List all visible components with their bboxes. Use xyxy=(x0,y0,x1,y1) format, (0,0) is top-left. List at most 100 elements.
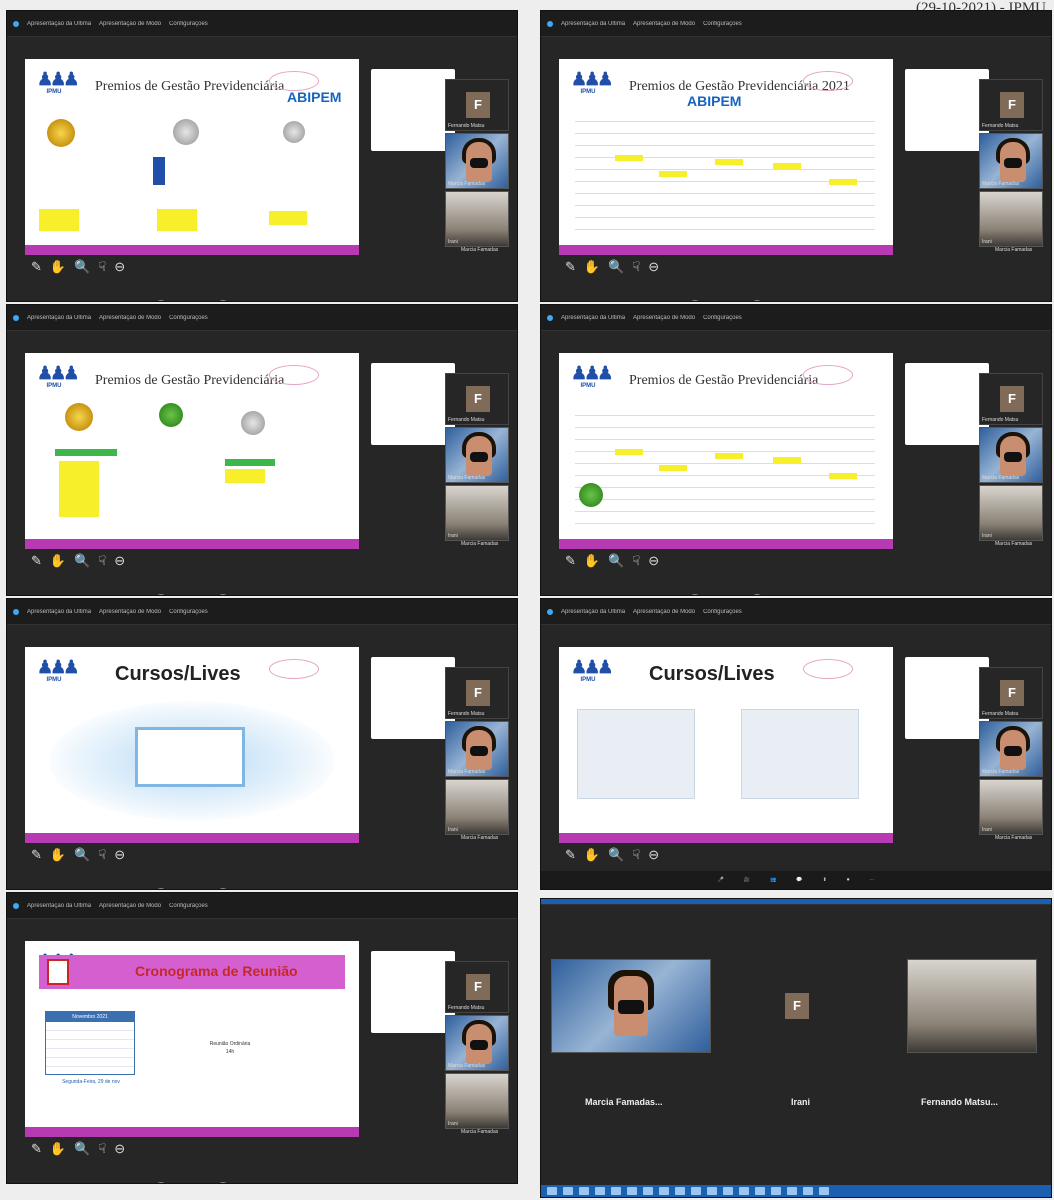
participant-video: Marcia Famadas xyxy=(979,133,1043,189)
window-tab[interactable]: Apresentação da Ultima xyxy=(27,903,91,909)
toolbar-tool-icon[interactable]: ⊖ xyxy=(648,259,659,275)
toolbar-tool-icon[interactable]: ✋ xyxy=(50,1141,66,1157)
window-tab[interactable]: Apresentação de Modo xyxy=(633,21,695,27)
taskbar-app-icon[interactable] xyxy=(659,1187,669,1195)
next-slide-button[interactable]: › xyxy=(217,594,230,595)
toolbar-tool-icon[interactable]: ✎ xyxy=(31,1141,42,1157)
window-tab[interactable]: Apresentação da Ultima xyxy=(27,315,91,321)
prev-slide-button[interactable]: ‹ xyxy=(155,300,167,301)
toolbar-tool-icon[interactable]: ✎ xyxy=(31,847,42,863)
next-slide-preview xyxy=(371,69,455,151)
control-icon[interactable]: ⬆ xyxy=(823,877,827,883)
taskbar-app-icon[interactable] xyxy=(611,1187,621,1195)
toolbar-tool-icon[interactable]: 🔍 xyxy=(74,1141,90,1157)
next-slide-button[interactable]: › xyxy=(751,594,764,595)
toolbar-tool-icon[interactable]: 🔍 xyxy=(608,847,624,863)
toolbar-tool-icon[interactable]: ☟ xyxy=(632,259,640,275)
control-icon[interactable]: 💬 xyxy=(796,877,802,883)
toolbar-tool-icon[interactable]: ☟ xyxy=(632,847,640,863)
toolbar-tool-icon[interactable]: ⊖ xyxy=(114,259,125,275)
control-icon[interactable]: ⏺ xyxy=(847,877,850,883)
window-tab[interactable]: Apresentação de Modo xyxy=(99,609,161,615)
window-tab[interactable]: Apresentação da Ultima xyxy=(561,315,625,321)
toolbar-tool-icon[interactable]: ✋ xyxy=(584,847,600,863)
toolbar-tool-icon[interactable]: ☟ xyxy=(98,847,106,863)
next-slide-button[interactable]: › xyxy=(217,300,230,301)
prev-slide-button[interactable]: ‹ xyxy=(155,594,167,595)
avatar: F xyxy=(785,993,809,1019)
toolbar-tool-icon[interactable]: ✋ xyxy=(50,259,66,275)
taskbar-app-icon[interactable] xyxy=(739,1187,749,1195)
toolbar-tool-icon[interactable]: ☟ xyxy=(632,553,640,569)
toolbar-tool-icon[interactable]: ✎ xyxy=(565,259,576,275)
window-tab[interactable]: Apresentação de Modo xyxy=(633,609,695,615)
taskbar-app-icon[interactable] xyxy=(579,1187,589,1195)
taskbar-app-icon[interactable] xyxy=(771,1187,781,1195)
taskbar-app-icon[interactable] xyxy=(563,1187,573,1195)
speaker-name: Marcia Famadas xyxy=(995,247,1033,253)
taskbar-app-icon[interactable] xyxy=(643,1187,653,1195)
toolbar-tool-icon[interactable]: ☟ xyxy=(98,553,106,569)
window-tab[interactable]: Apresentação da Ultima xyxy=(27,609,91,615)
taskbar-app-icon[interactable] xyxy=(787,1187,797,1195)
prev-slide-button[interactable]: ‹ xyxy=(155,888,167,889)
window-tab[interactable]: Apresentação de Modo xyxy=(633,315,695,321)
window-tab[interactable]: Apresentação de Modo xyxy=(99,903,161,909)
window-tab[interactable]: Configurações xyxy=(169,21,208,27)
toolbar-tool-icon[interactable]: 🔍 xyxy=(608,259,624,275)
taskbar-app-icon[interactable] xyxy=(723,1187,733,1195)
toolbar-tool-icon[interactable]: ✎ xyxy=(31,259,42,275)
toolbar-tool-icon[interactable]: 🔍 xyxy=(608,553,624,569)
window-tab[interactable]: Apresentação da Ultima xyxy=(561,609,625,615)
window-tab[interactable]: Apresentação da Ultima xyxy=(27,21,91,27)
prev-slide-button[interactable]: ‹ xyxy=(689,594,701,595)
window-tab[interactable]: Configurações xyxy=(169,903,208,909)
window-tab[interactable]: Configurações xyxy=(703,21,742,27)
window-tab[interactable]: Configurações xyxy=(169,609,208,615)
toolbar-tool-icon[interactable]: ☟ xyxy=(98,1141,106,1157)
face-mask xyxy=(470,158,488,168)
toolbar-tool-icon[interactable]: 🔍 xyxy=(74,847,90,863)
taskbar-app-icon[interactable] xyxy=(675,1187,685,1195)
taskbar-app-icon[interactable] xyxy=(691,1187,701,1195)
control-icon[interactable]: 👥 xyxy=(770,877,776,883)
toolbar-tool-icon[interactable]: ⊖ xyxy=(114,1141,125,1157)
toolbar-tool-icon[interactable]: ⊖ xyxy=(114,847,125,863)
taskbar-app-icon[interactable] xyxy=(819,1187,829,1195)
window-tab[interactable]: Configurações xyxy=(169,315,208,321)
window-tab[interactable]: Apresentação de Modo xyxy=(99,21,161,27)
toolbar-tool-icon[interactable]: ✎ xyxy=(31,553,42,569)
toolbar-tool-icon[interactable]: 🔍 xyxy=(74,259,90,275)
next-slide-button[interactable]: › xyxy=(751,300,764,301)
toolbar-tool-icon[interactable]: ⊖ xyxy=(648,847,659,863)
toolbar-tool-icon[interactable]: ✋ xyxy=(50,553,66,569)
window-tab[interactable]: Configurações xyxy=(703,609,742,615)
taskbar-app-icon[interactable] xyxy=(547,1187,557,1195)
toolbar-tool-icon[interactable]: ✋ xyxy=(584,259,600,275)
taskbar-app-icon[interactable] xyxy=(707,1187,717,1195)
toolbar-tool-icon[interactable]: ☟ xyxy=(98,259,106,275)
zoom-window-panel: Apresentação da Ultima Apresentação de Mo… xyxy=(6,10,518,302)
window-tab[interactable]: Apresentação da Ultima xyxy=(561,21,625,27)
toolbar-tool-icon[interactable]: ✎ xyxy=(565,847,576,863)
taskbar-app-icon[interactable] xyxy=(755,1187,765,1195)
taskbar-app-icon[interactable] xyxy=(595,1187,605,1195)
toolbar-tool-icon[interactable]: 🔍 xyxy=(74,553,90,569)
window-tab[interactable]: Apresentação de Modo xyxy=(99,315,161,321)
next-slide-button[interactable]: › xyxy=(217,1182,230,1183)
toolbar-tool-icon[interactable]: ⊖ xyxy=(648,553,659,569)
prev-slide-button[interactable]: ‹ xyxy=(689,300,701,301)
toolbar-tool-icon[interactable]: ✋ xyxy=(50,847,66,863)
control-icon[interactable]: 🎥 xyxy=(744,877,750,883)
toolbar-tool-icon[interactable]: ✎ xyxy=(565,553,576,569)
zoom-window-panel: Apresentação da Ultima Apresentação de Mo… xyxy=(540,10,1052,302)
taskbar-app-icon[interactable] xyxy=(627,1187,637,1195)
control-icon[interactable]: 🎤 xyxy=(718,877,724,883)
window-tab[interactable]: Configurações xyxy=(703,315,742,321)
control-icon[interactable]: ⋯ xyxy=(869,877,874,883)
toolbar-tool-icon[interactable]: ✋ xyxy=(584,553,600,569)
toolbar-tool-icon[interactable]: ⊖ xyxy=(114,553,125,569)
next-slide-button[interactable]: › xyxy=(217,888,230,889)
taskbar-app-icon[interactable] xyxy=(803,1187,813,1195)
prev-slide-button[interactable]: ‹ xyxy=(155,1182,167,1183)
